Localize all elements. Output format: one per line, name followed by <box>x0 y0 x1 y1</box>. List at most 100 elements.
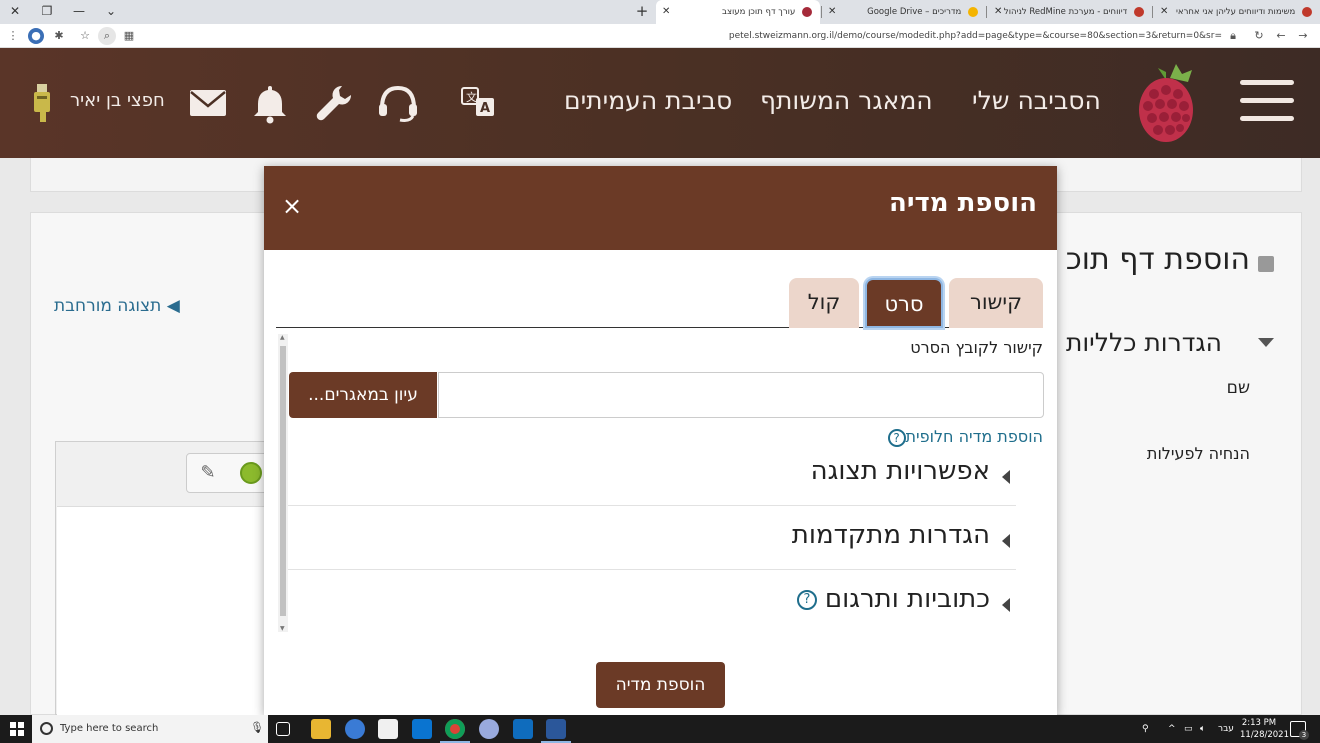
caret-left-icon <box>1002 598 1010 612</box>
caret-left-icon <box>1002 470 1010 484</box>
scroll-down-icon[interactable]: ▼ <box>280 625 285 632</box>
store-icon[interactable] <box>378 719 398 739</box>
forward-icon[interactable]: → <box>1294 27 1312 45</box>
mail-icon[interactable] <box>186 82 230 124</box>
window-close-icon[interactable]: ✕ <box>0 0 30 24</box>
taskbar: Type here to search 🎙︎ ⚲ ^ ▭ 🔈︎ עבר 2:13… <box>0 715 1320 743</box>
tab-link[interactable]: קישור <box>949 278 1043 328</box>
raspberry-logo-icon[interactable] <box>1136 60 1198 144</box>
video-link-label: קישור לקובץ הסרט <box>910 338 1043 357</box>
taskbar-search-box[interactable]: Type here to search 🎙︎ <box>32 715 268 743</box>
tab-close-icon[interactable]: ✕ <box>1160 0 1168 24</box>
browser-tab[interactable]: ✕ דיווחים - מערכת RedMine לניהול <box>988 0 1152 24</box>
outlook-icon[interactable] <box>513 719 533 739</box>
collapse-caret-icon[interactable] <box>1258 338 1274 347</box>
tab-search-icon[interactable]: ⌄ <box>96 0 126 24</box>
language-indicator[interactable]: עבר <box>1218 715 1234 743</box>
tab-close-icon[interactable]: ✕ <box>662 0 670 24</box>
new-tab-icon[interactable]: + <box>630 0 654 24</box>
editor-body[interactable] <box>57 506 270 715</box>
user-name[interactable]: חפצי בן יאיר <box>70 90 165 111</box>
bookmark-star-icon[interactable]: ☆ <box>76 27 94 45</box>
word-icon[interactable] <box>546 719 566 739</box>
browser-tab[interactable]: ✕ מדריכים – Google Drive <box>822 0 986 24</box>
help-icon[interactable]: ? <box>796 589 817 610</box>
browse-repositories-button[interactable]: עיון במאגרים... <box>289 372 437 418</box>
browser-tab[interactable]: ✕ משימות ודיווחים עליהן אני אחראי <box>1154 0 1320 24</box>
notifications-icon[interactable]: 3 <box>1290 721 1309 740</box>
scroll-thumb[interactable] <box>280 346 286 616</box>
page-title: הוספת דף תוכ <box>1065 242 1250 277</box>
browser-tab[interactable]: ✕ עורך דף תוכן מעוצב <box>656 0 820 24</box>
bell-icon[interactable] <box>248 82 292 124</box>
advanced-settings-section[interactable]: הגדרות מתקדמות <box>288 508 1016 570</box>
back-icon[interactable]: ← <box>1272 27 1290 45</box>
svg-text:文: 文 <box>466 90 477 104</box>
tab-audio[interactable]: קול <box>789 278 859 328</box>
pencil-icon[interactable]: ✎ <box>195 460 221 486</box>
drive-favicon-icon <box>968 6 978 17</box>
section-label: הגדרות מתקדמות <box>791 520 990 550</box>
close-icon[interactable]: × <box>282 192 302 220</box>
page-type-icon <box>1258 256 1274 272</box>
activity-instructions-label: הנחיה לפעילות <box>1146 444 1250 463</box>
windows-start-icon[interactable] <box>10 722 24 736</box>
url-field[interactable]: petel.stweizmann.org.il/demo/course/mode… <box>600 24 1222 48</box>
taskbar-clock[interactable]: 2:13 PM 11/28/2021 <box>1240 717 1289 741</box>
app-icon[interactable] <box>479 719 499 739</box>
search-icon <box>40 722 53 735</box>
browser-tab-strip: ✕ ❐ — ⌄ + ✕ עורך דף תוכן מעוצב ✕ מדריכים… <box>0 0 1320 24</box>
dialog-scrollbar[interactable]: ▲ ▼ <box>278 334 288 632</box>
network-icon[interactable]: ▭ <box>1184 715 1193 743</box>
dialog-header: הוספת מדיה × <box>264 166 1057 250</box>
nav-peers-environment[interactable]: סביבת העמיתים <box>564 86 732 115</box>
zoom-icon[interactable]: ⌕ <box>98 27 116 45</box>
raspberry-favicon-icon <box>802 6 812 17</box>
section-label: כתוביות ותרגום? <box>796 584 990 614</box>
translate-icon[interactable]: 文 A <box>456 82 500 124</box>
more-menu-icon[interactable]: ⋮ <box>4 27 22 45</box>
add-media-button[interactable]: הוספת מדיה <box>596 662 725 708</box>
redmine-favicon-icon <box>1134 6 1144 17</box>
tray-chevron-icon[interactable]: ^ <box>1168 715 1176 743</box>
atto-editor-icon[interactable] <box>240 462 262 484</box>
scroll-up-icon[interactable]: ▲ <box>280 334 285 341</box>
window-minimize-icon[interactable]: — <box>64 0 94 24</box>
menu-icon[interactable] <box>1240 80 1294 126</box>
chrome-icon[interactable] <box>445 719 465 739</box>
media-type-tabs: קישור סרט קול <box>276 278 1043 328</box>
profile-avatar-icon[interactable]: ● <box>28 28 44 44</box>
add-media-dialog: הוספת מדיה × קישור סרט קול ▲ ▼ קישור לקו… <box>264 166 1057 715</box>
caret-left-icon: ◀ <box>161 296 180 316</box>
app-icon[interactable] <box>345 719 365 739</box>
address-bar: ⋮ ● ✱ ☆ ⌕ ▦ petel.stweizmann.org.il/demo… <box>0 24 1320 48</box>
general-settings-heading[interactable]: הגדרות כלליות <box>1062 328 1222 357</box>
microphone-icon[interactable]: 🎙︎ <box>250 721 264 734</box>
usb-avatar-icon[interactable] <box>28 82 58 124</box>
caret-left-icon <box>1002 534 1010 548</box>
tab-close-icon[interactable]: ✕ <box>828 0 836 24</box>
extensions-icon[interactable]: ✱ <box>50 27 68 45</box>
wrench-icon[interactable] <box>312 82 356 124</box>
name-label: שם <box>1226 378 1250 398</box>
window-restore-icon[interactable]: ❐ <box>32 0 62 24</box>
qr-code-icon[interactable]: ▦ <box>120 27 138 45</box>
lock-icon[interactable]: 🔒︎ <box>1224 27 1242 45</box>
expanded-view-link[interactable]: ◀ תצוגה מורחבת <box>54 296 180 316</box>
reload-icon[interactable]: ↻ <box>1250 27 1268 45</box>
nav-shared-repository[interactable]: המאגר המשותף <box>760 86 933 115</box>
mail-app-icon[interactable] <box>412 719 432 739</box>
search-placeholder: Type here to search <box>60 723 159 734</box>
people-icon[interactable]: ⚲ <box>1142 715 1149 743</box>
display-options-section[interactable]: אפשרויות תצוגה <box>288 444 1016 506</box>
tab-close-icon[interactable]: ✕ <box>994 0 1002 24</box>
svg-text:A: A <box>480 101 490 116</box>
support-headset-icon[interactable] <box>376 82 420 124</box>
video-url-input[interactable] <box>438 372 1044 418</box>
tab-video[interactable]: סרט <box>865 278 943 328</box>
subtitles-section[interactable]: כתוביות ותרגום? <box>288 572 1016 634</box>
task-view-icon[interactable] <box>276 722 290 736</box>
volume-icon[interactable]: 🔈︎ <box>1200 715 1205 743</box>
file-explorer-icon[interactable] <box>311 719 331 739</box>
nav-my-environment[interactable]: הסביבה שלי <box>972 86 1101 115</box>
